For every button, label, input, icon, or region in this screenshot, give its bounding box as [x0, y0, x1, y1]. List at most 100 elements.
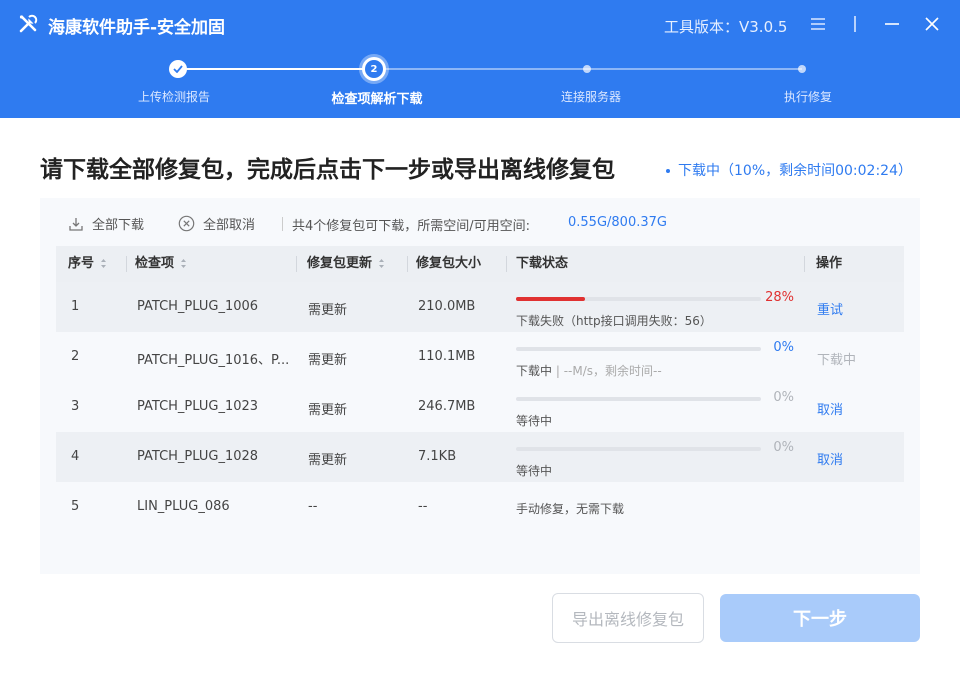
update-state: 需更新	[308, 453, 348, 468]
header-separator	[407, 256, 408, 272]
download-status-cell: 0% 等待中	[516, 440, 801, 480]
toolbar-divider	[282, 217, 283, 231]
progress-bar	[516, 297, 761, 301]
menu-icon[interactable]	[806, 12, 830, 36]
space-usage: 0.55G/800.37G	[568, 215, 667, 230]
patch-count-info: 共4个修复包可下载，所需空间/可用空间:	[292, 219, 531, 234]
close-icon[interactable]	[920, 12, 944, 36]
table-row: 4 PATCH_PLUG_1028 需更新 7.1KB 0% 等待中 取消	[56, 432, 904, 482]
stepper-line-done	[178, 68, 374, 70]
tools-icon	[19, 14, 38, 33]
status-text: 下载中 | --M/s，剩余时间--	[516, 362, 662, 379]
check-item-name: LIN_PLUG_086	[137, 499, 230, 514]
status-text: 下载失败（http接口调用失败：56）	[516, 314, 712, 328]
table-row: 1 PATCH_PLUG_1006 需更新 210.0MB 28% 下载失败（h…	[56, 282, 904, 332]
patch-size: --	[418, 499, 428, 514]
download-status-cell: 0% 下载中 | --M/s，剩余时间--	[516, 340, 801, 380]
table-row: 2 PATCH_PLUG_1016、P... 需更新 110.1MB 0% 下载…	[56, 332, 904, 382]
export-offline-package-button[interactable]: 导出离线修复包	[552, 593, 704, 643]
col-header-no-label: 序号	[68, 256, 95, 271]
step-2-node: 2	[362, 57, 386, 81]
next-step-button[interactable]: 下一步	[720, 594, 920, 642]
download-status-text: 下载中（10%，剩余时间00:02:24）	[678, 163, 912, 179]
download-all-label: 全部下载	[92, 218, 145, 233]
col-header-check-item-label: 检查项	[135, 256, 175, 271]
step-4-label: 执行修复	[783, 90, 833, 104]
progress-percent: 28%	[765, 290, 794, 305]
status-text: 手动修复，无需下载	[516, 502, 625, 516]
patch-panel: 全部下载 全部取消 共4个修复包可下载，所需空间/可用空间: 0.55G/800…	[40, 198, 920, 574]
speed-eta: | --M/s，剩余时间--	[555, 364, 662, 378]
download-progress-status: 下载中（10%，剩余时间00:02:24）	[666, 160, 912, 180]
minimize-icon[interactable]	[880, 12, 904, 36]
update-state: --	[308, 499, 318, 514]
divider-icon	[843, 12, 867, 36]
status-dot-icon	[666, 169, 670, 173]
title-bar: 海康软件助手-安全加固 工具版本：V3.0.5 2 上传检测报告 检查项解析下载…	[0, 0, 960, 118]
col-header-update-label: 修复包更新	[307, 256, 373, 271]
check-item-name: PATCH_PLUG_1006	[137, 299, 259, 314]
download-status-cell: 28% 下载失败（http接口调用失败：56）	[516, 290, 801, 330]
row-number: 3	[71, 399, 80, 414]
download-icon	[69, 217, 83, 231]
progress-percent: 0%	[773, 440, 794, 455]
progress-bar	[516, 397, 761, 401]
progress-bar	[516, 447, 761, 451]
sort-icon[interactable]	[180, 258, 187, 269]
step-1-label: 上传检测报告	[137, 90, 211, 104]
row-number: 1	[71, 299, 80, 314]
panel-toolbar: 全部下载 全部取消 共4个修复包可下载，所需空间/可用空间: 0.55G/800…	[40, 198, 920, 246]
update-state: 需更新	[308, 303, 348, 318]
update-state: 需更新	[308, 353, 348, 368]
step-1-check-icon	[169, 60, 187, 78]
progress-bar	[516, 347, 761, 351]
col-header-update[interactable]: 修复包更新	[307, 246, 385, 282]
step-4-node	[798, 65, 806, 73]
check-item-name: PATCH_PLUG_1023	[137, 399, 259, 414]
retry-button[interactable]: 重试	[817, 299, 843, 318]
cancel-circle-icon	[178, 215, 195, 232]
page-headline: 请下载全部修复包，完成后点击下一步或导出离线修复包	[40, 157, 615, 183]
sort-icon[interactable]	[100, 258, 107, 269]
check-item-name: PATCH_PLUG_1016、P...	[137, 353, 290, 368]
col-header-action: 操作	[816, 256, 843, 271]
header-separator	[506, 256, 507, 272]
table-header: 序号 检查项 修复包更新 修复包大小 下载状态 操作	[56, 246, 904, 282]
sort-icon[interactable]	[378, 258, 385, 269]
cancel-button[interactable]: 取消	[817, 449, 843, 468]
step-3-label: 连接服务器	[560, 90, 622, 104]
tool-version: 工具版本：V3.0.5	[664, 18, 788, 36]
cancel-button[interactable]: 取消	[817, 399, 843, 418]
app-title: 海康软件助手-安全加固	[48, 18, 226, 38]
download-all-button[interactable]: 全部下载	[68, 214, 144, 233]
step-3-node	[583, 65, 591, 73]
col-header-size: 修复包大小	[416, 256, 482, 271]
cancel-all-label: 全部取消	[203, 218, 256, 233]
status-text: 等待中	[516, 414, 553, 428]
progress-percent: 0%	[773, 390, 794, 405]
header-separator	[296, 256, 297, 272]
step-2-number: 2	[365, 60, 383, 78]
update-state: 需更新	[308, 403, 348, 418]
col-header-check-item[interactable]: 检查项	[135, 246, 187, 282]
patch-size: 110.1MB	[418, 349, 476, 364]
status-text: 等待中	[516, 464, 553, 478]
downloading-action-label: 下载中	[817, 353, 857, 368]
col-header-status: 下载状态	[516, 256, 569, 271]
col-header-no[interactable]: 序号	[68, 246, 107, 282]
patch-size: 7.1KB	[418, 449, 457, 464]
check-item-name: PATCH_PLUG_1028	[137, 449, 259, 464]
patch-size: 246.7MB	[418, 399, 476, 414]
patch-size: 210.0MB	[418, 299, 476, 314]
progress-fill	[516, 297, 585, 301]
download-status-cell: 0% 等待中	[516, 390, 801, 430]
row-number: 4	[71, 449, 80, 464]
cancel-all-button[interactable]: 全部取消	[178, 214, 255, 233]
table-row: 5 LIN_PLUG_086 -- -- 手动修复，无需下载	[56, 482, 904, 532]
row-number: 2	[71, 349, 80, 364]
table-row: 3 PATCH_PLUG_1023 需更新 246.7MB 0% 等待中 取消	[56, 382, 904, 432]
status-label: 下载中	[516, 364, 553, 378]
step-2-label: 检查项解析下载	[331, 92, 423, 107]
progress-stepper: 2 上传检测报告 检查项解析下载 连接服务器 执行修复	[0, 56, 960, 116]
progress-percent: 0%	[773, 340, 794, 355]
